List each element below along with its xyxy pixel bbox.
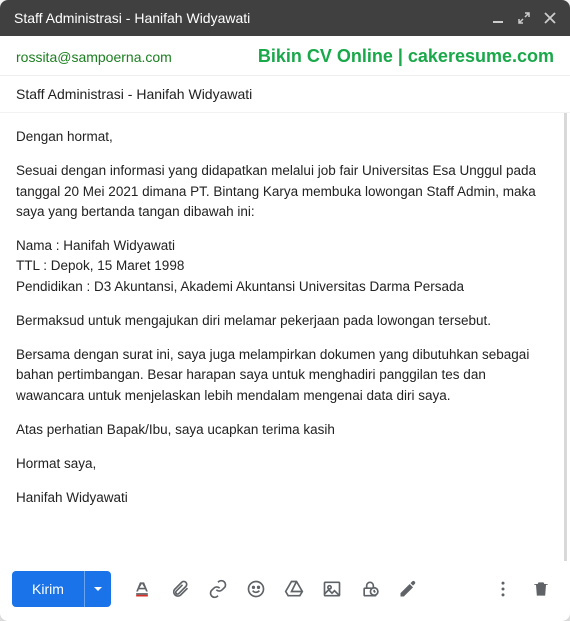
body-line: Pendidikan : D3 Akuntansi, Akademi Akunt…	[16, 279, 464, 294]
photo-icon[interactable]	[315, 572, 349, 606]
emoji-icon[interactable]	[239, 572, 273, 606]
text-format-icon[interactable]	[125, 572, 159, 606]
body-paragraph: Bermaksud untuk mengajukan diri melamar …	[16, 311, 548, 331]
compose-toolbar: Kirim	[0, 561, 570, 621]
body-paragraph: Bersama dengan surat ini, saya juga mela…	[16, 345, 548, 406]
body-line: TTL : Depok, 15 Maret 1998	[16, 258, 184, 273]
recipient-row[interactable]: rossita@sampoerna.com Bikin CV Online | …	[0, 36, 570, 76]
body-paragraph: Sesuai dengan informasi yang didapatkan …	[16, 161, 548, 222]
confidential-icon[interactable]	[353, 572, 387, 606]
body-paragraph: Hormat saya,	[16, 454, 548, 474]
link-icon[interactable]	[201, 572, 235, 606]
pen-icon[interactable]	[391, 572, 425, 606]
promo-overlay: Bikin CV Online | cakeresume.com	[258, 46, 554, 67]
body-line: Nama : Hanifah Widyawati	[16, 238, 175, 253]
send-button[interactable]: Kirim	[12, 571, 84, 607]
body-paragraph: Hanifah Widyawati	[16, 488, 548, 508]
expand-icon[interactable]	[518, 12, 530, 24]
window-title: Staff Administrasi - Hanifah Widyawati	[14, 10, 250, 26]
email-body[interactable]: Dengan hormat, Sesuai dengan informasi y…	[0, 113, 567, 561]
close-icon[interactable]	[544, 12, 556, 24]
titlebar-controls	[492, 12, 556, 24]
recipient-chip[interactable]: rossita@sampoerna.com	[16, 49, 172, 65]
subject-field[interactable]: Staff Administrasi - Hanifah Widyawati	[0, 76, 570, 113]
body-paragraph: Atas perhatian Bapak/Ibu, saya ucapkan t…	[16, 420, 548, 440]
delete-icon[interactable]	[524, 572, 558, 606]
minimize-icon[interactable]	[492, 12, 504, 24]
titlebar: Staff Administrasi - Hanifah Widyawati	[0, 0, 570, 36]
send-button-group: Kirim	[12, 571, 111, 607]
more-options-icon[interactable]	[486, 572, 520, 606]
body-paragraph: Dengan hormat,	[16, 127, 548, 147]
drive-icon[interactable]	[277, 572, 311, 606]
body-paragraph: Nama : Hanifah Widyawati TTL : Depok, 15…	[16, 236, 548, 297]
send-more-button[interactable]	[84, 571, 111, 607]
compose-window: Staff Administrasi - Hanifah Widyawati r…	[0, 0, 570, 621]
attach-icon[interactable]	[163, 572, 197, 606]
